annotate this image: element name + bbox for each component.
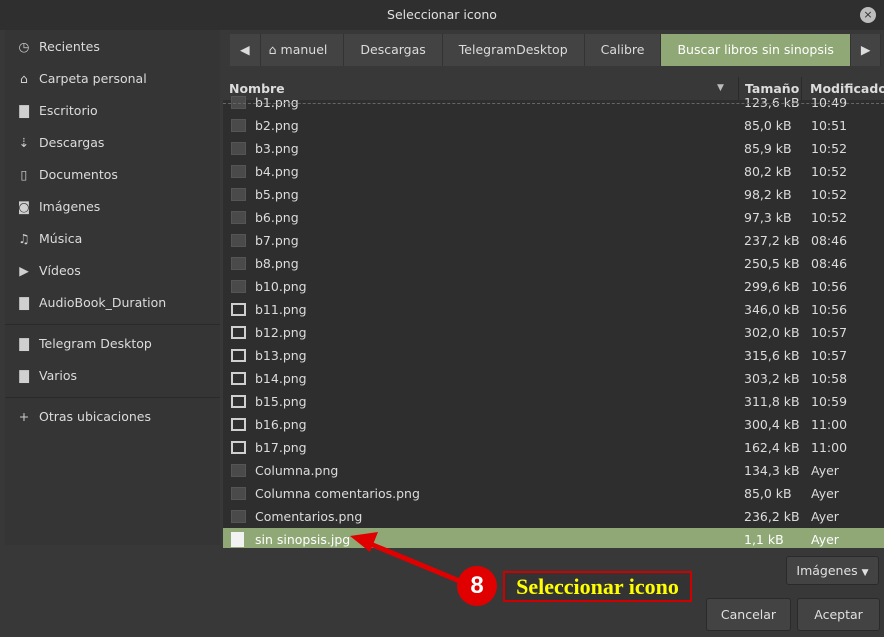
annotation-step-number: 8 — [457, 566, 497, 606]
annotation-label: Seleccionar icono — [503, 571, 692, 602]
annotation-arrow — [350, 532, 463, 585]
